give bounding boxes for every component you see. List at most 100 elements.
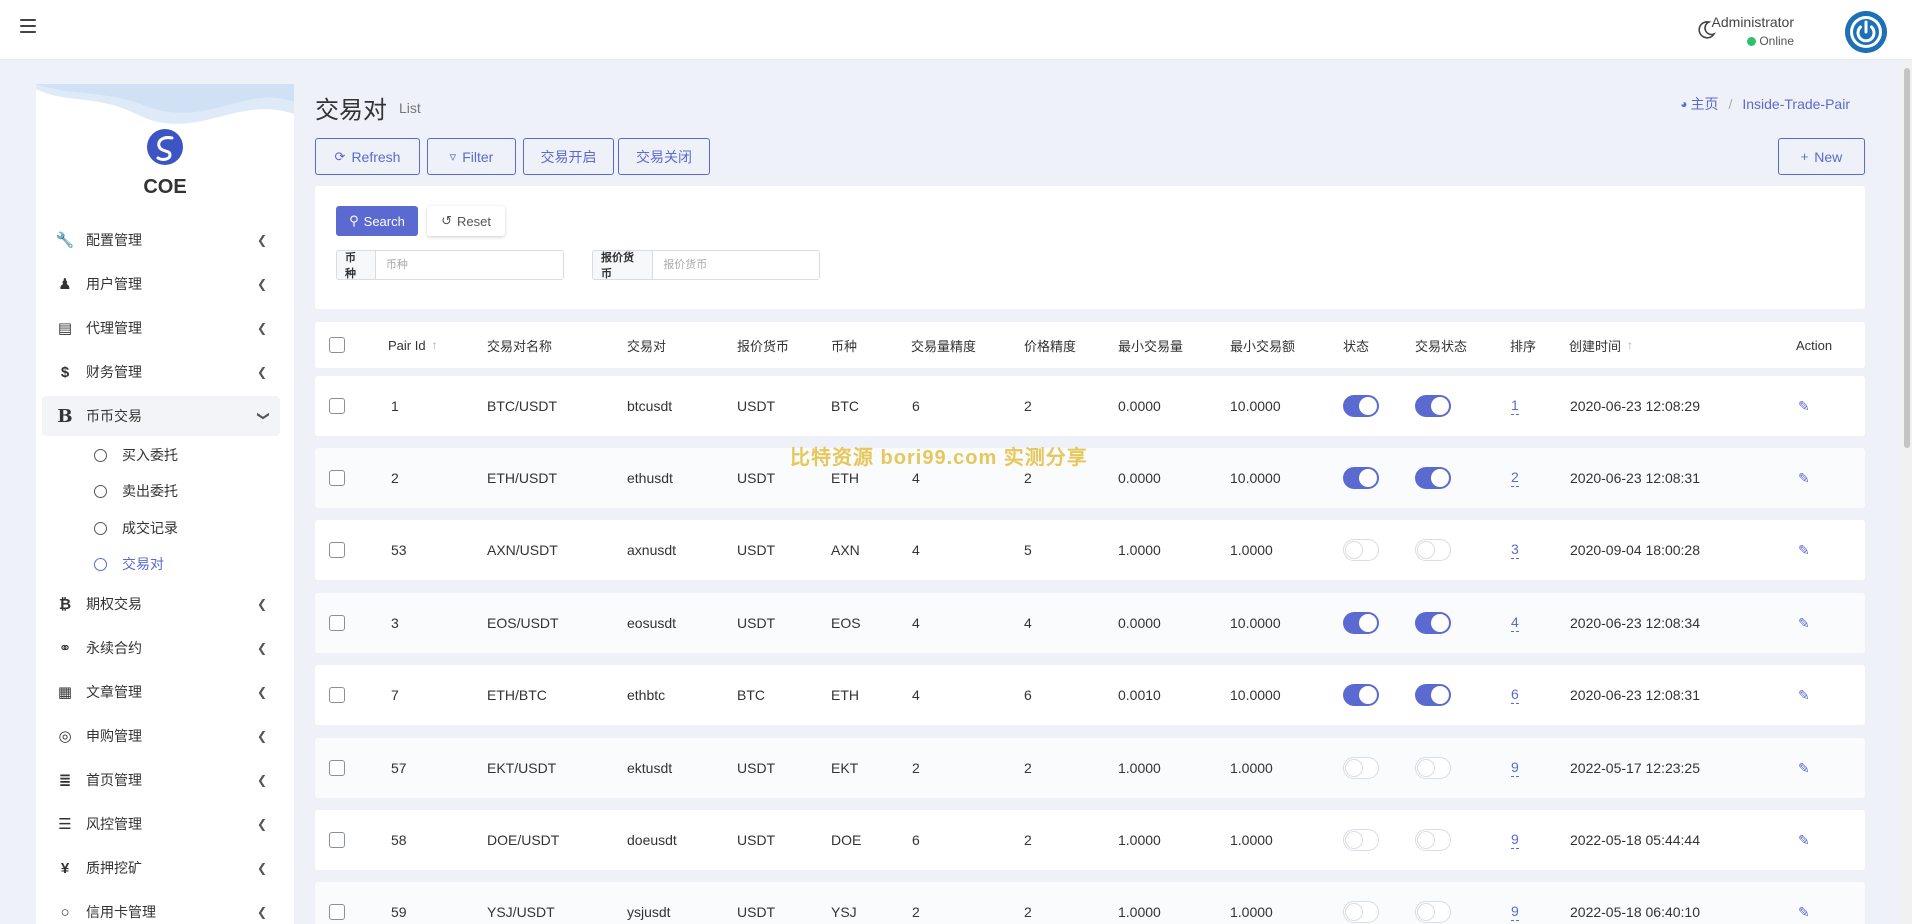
toggle-knob <box>1417 541 1435 559</box>
new-button[interactable]: + New <box>1778 138 1865 175</box>
row-checkbox[interactable] <box>329 398 345 414</box>
edit-icon[interactable]: ✎ <box>1798 615 1810 632</box>
row-checkbox[interactable] <box>329 760 345 776</box>
trade-status-toggle[interactable] <box>1415 612 1451 634</box>
quote-filter-input[interactable] <box>653 251 819 279</box>
sidebar-item-risk[interactable]: ☰ 风控管理 ❮ <box>42 804 280 844</box>
status-toggle[interactable] <box>1343 901 1379 923</box>
status-toggle[interactable] <box>1343 612 1379 634</box>
sort-edit-link[interactable]: 9 <box>1511 831 1519 849</box>
trade-status-toggle[interactable] <box>1415 684 1451 706</box>
sort-edit-link[interactable]: 9 <box>1511 903 1519 921</box>
edit-icon[interactable]: ✎ <box>1798 398 1810 415</box>
sidebar-item-users[interactable]: ♟ 用户管理 ❮ <box>42 264 280 304</box>
sidebar-item-homepage[interactable]: ≣ 首页管理 ❮ <box>42 760 280 800</box>
cell-min-vol: 0.0010 <box>1118 687 1161 703</box>
sidebar-item-label: 文章管理 <box>86 684 142 700</box>
sidebar-item-subscription[interactable]: ◎ 申购管理 ❮ <box>42 716 280 756</box>
toggle-knob <box>1359 469 1377 487</box>
row-checkbox[interactable] <box>329 904 345 920</box>
sidebar-subitem-trades[interactable]: 成交记录 <box>94 513 178 543</box>
sidebar-item-options[interactable]: ₿ 期权交易 ❮ <box>42 584 280 624</box>
sort-edit-link[interactable]: 9 <box>1511 759 1519 777</box>
sidebar-item-credit-card[interactable]: ○ 信用卡管理 ❮ <box>42 892 280 924</box>
sort-edit-link[interactable]: 2 <box>1511 469 1519 487</box>
cell-sort: 9 <box>1511 738 1519 798</box>
edit-icon[interactable]: ✎ <box>1798 832 1810 849</box>
sort-edit-link[interactable]: 3 <box>1511 541 1519 559</box>
row-checkbox[interactable] <box>329 470 345 486</box>
row-checkbox[interactable] <box>329 687 345 703</box>
filter-button[interactable]: ▿ Filter <box>427 138 516 175</box>
status-toggle[interactable] <box>1343 467 1379 489</box>
search-button[interactable]: ⚲ Search <box>336 206 418 236</box>
scrollbar-thumb[interactable] <box>1904 68 1910 448</box>
avatar[interactable] <box>1845 11 1887 53</box>
trade-status-toggle[interactable] <box>1415 901 1451 923</box>
sort-edit-link[interactable]: 6 <box>1511 686 1519 704</box>
sidebar-item-staking[interactable]: ¥ 质押挖矿 ❮ <box>42 848 280 888</box>
sidebar-item-label: 财务管理 <box>86 364 142 380</box>
edit-icon[interactable]: ✎ <box>1798 470 1810 487</box>
cell-id: 7 <box>391 687 399 703</box>
sidebar-item-articles[interactable]: ▦ 文章管理 ❮ <box>42 672 280 712</box>
sidebar-wave-decoration <box>36 84 294 124</box>
sidebar-subitem-buy-orders[interactable]: 买入委托 <box>94 440 178 470</box>
status-toggle[interactable] <box>1343 684 1379 706</box>
sidebar-item-config[interactable]: 🔧 配置管理 ❮ <box>42 220 280 260</box>
sort-up-icon[interactable]: ↑ <box>1627 338 1633 352</box>
page-title: 交易对 <box>315 97 387 124</box>
col-created[interactable]: 创建时间 ↑ <box>1569 322 1633 368</box>
hamburger-menu-icon[interactable] <box>20 19 36 35</box>
trade-status-toggle[interactable] <box>1415 395 1451 417</box>
trade-status-toggle[interactable] <box>1415 467 1451 489</box>
toggle-knob <box>1345 541 1363 559</box>
open-trade-button[interactable]: 交易开启 <box>523 138 614 175</box>
chevron-left-icon: ❮ <box>256 817 268 831</box>
row-checkbox[interactable] <box>329 832 345 848</box>
sidebar-item-finance[interactable]: $ 财务管理 ❮ <box>42 352 280 392</box>
page-scrollbar[interactable] <box>1902 60 1912 924</box>
edit-icon[interactable]: ✎ <box>1798 687 1810 704</box>
edit-icon[interactable]: ✎ <box>1798 904 1810 921</box>
col-pair-id[interactable]: Pair Id ↑ <box>388 322 438 368</box>
cell-min-amt: 1.0000 <box>1230 832 1273 848</box>
users-icon: ♟ <box>58 276 72 293</box>
cell-status <box>1343 593 1379 653</box>
cell-price-prec: 6 <box>1024 687 1032 703</box>
sidebar-item-agents[interactable]: ▤ 代理管理 ❮ <box>42 308 280 348</box>
user-name[interactable]: Administrator <box>1712 14 1794 30</box>
close-trade-button[interactable]: 交易关闭 <box>618 138 710 175</box>
trade-status-toggle[interactable] <box>1415 757 1451 779</box>
cell-sort: 9 <box>1511 810 1519 870</box>
status-toggle[interactable] <box>1343 829 1379 851</box>
trade-status-toggle[interactable] <box>1415 829 1451 851</box>
cell-min-vol: 1.0000 <box>1118 832 1161 848</box>
edit-icon[interactable]: ✎ <box>1798 542 1810 559</box>
status-toggle[interactable] <box>1343 757 1379 779</box>
row-checkbox[interactable] <box>329 542 345 558</box>
coin-filter-input[interactable] <box>375 251 563 279</box>
trade-status-toggle[interactable] <box>1415 539 1451 561</box>
row-checkbox[interactable] <box>329 615 345 631</box>
breadcrumb-home[interactable]: 主页 <box>1690 94 1718 114</box>
cell-status <box>1343 376 1379 436</box>
cell-id: 2 <box>391 470 399 486</box>
status-toggle[interactable] <box>1343 539 1379 561</box>
breadcrumb-current[interactable]: Inside-Trade-Pair <box>1742 96 1850 112</box>
cell-action: ✎ <box>1798 810 1810 870</box>
sort-up-icon[interactable]: ↑ <box>432 338 438 352</box>
edit-icon[interactable]: ✎ <box>1798 760 1810 777</box>
sidebar-item-perpetual[interactable]: ⚭ 永续合约 ❮ <box>42 628 280 668</box>
sidebar-subitem-sell-orders[interactable]: 卖出委托 <box>94 476 178 506</box>
reset-button[interactable]: ↺ Reset <box>427 206 505 236</box>
sort-edit-link[interactable]: 1 <box>1511 397 1519 415</box>
sidebar-item-spot-trading[interactable]: B 币币交易 ❮ <box>42 396 280 436</box>
sort-edit-link[interactable]: 4 <box>1511 614 1519 632</box>
toggle-knob <box>1431 397 1449 415</box>
select-all-checkbox[interactable] <box>329 337 345 353</box>
sidebar-subitem-trade-pairs[interactable]: 交易对 <box>94 549 164 579</box>
refresh-button[interactable]: ⟳ Refresh <box>315 138 420 175</box>
cell-trade-status <box>1415 738 1451 798</box>
status-toggle[interactable] <box>1343 395 1379 417</box>
